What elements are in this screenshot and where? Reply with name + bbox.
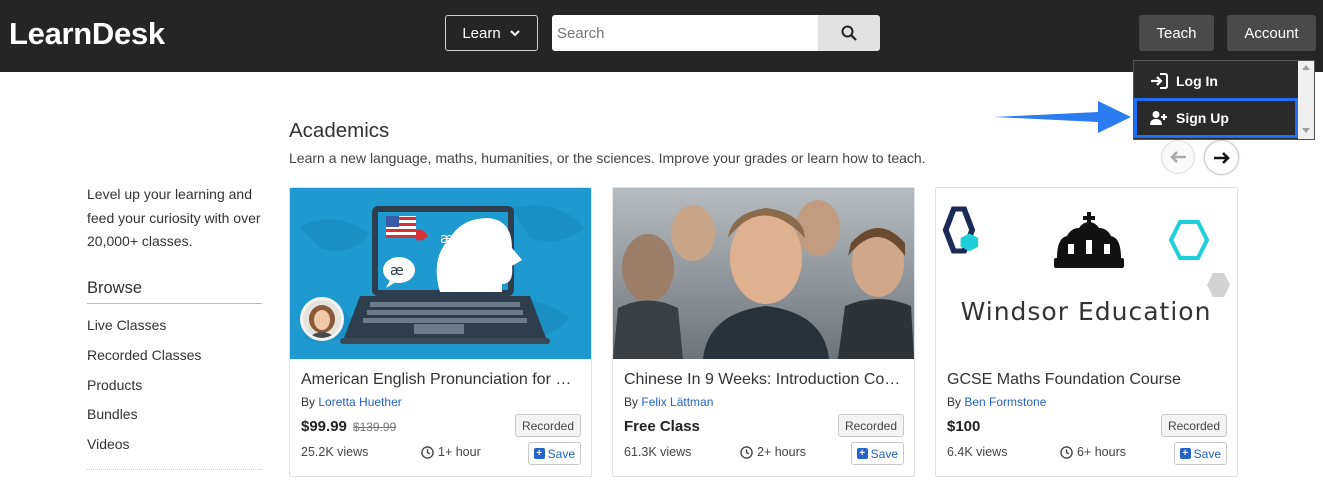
- carousel-next-button[interactable]: [1204, 140, 1239, 175]
- learn-label: Learn: [462, 24, 501, 42]
- scroll-down-arrow-icon[interactable]: [1302, 128, 1310, 133]
- learn-menu-button[interactable]: Learn: [445, 15, 538, 51]
- scroll-up-arrow-icon[interactable]: [1302, 65, 1310, 70]
- windsor-logo-image: Windsor Education: [942, 206, 1230, 326]
- author-link[interactable]: Loretta Huether: [318, 395, 401, 409]
- by-prefix: By: [301, 395, 316, 409]
- course-duration: 2+ hours: [740, 445, 806, 459]
- svg-text:æ: æ: [440, 231, 454, 247]
- duration-label: 2+ hours: [757, 445, 806, 459]
- view-count: 61.3K views: [624, 445, 692, 459]
- duration-label: 1+ hour: [438, 445, 481, 459]
- course-title[interactable]: Chinese In 9 Weeks: Introduction Course: [624, 371, 904, 389]
- search-button[interactable]: [818, 15, 880, 51]
- by-prefix: By: [624, 395, 639, 409]
- teach-button[interactable]: Teach: [1139, 15, 1214, 51]
- browse-heading: Browse: [87, 279, 143, 297]
- plus-icon: +: [533, 448, 545, 459]
- sidebar-item-videos[interactable]: Videos: [87, 436, 130, 452]
- clock-icon: [421, 445, 434, 459]
- sidebar-item-bundles[interactable]: Bundles: [87, 406, 138, 422]
- arrow-right-icon: [1213, 151, 1230, 164]
- course-thumbnail: æ æ ʌ ə: [290, 188, 591, 359]
- login-icon: [1151, 73, 1168, 89]
- signup-label: Sign Up: [1176, 110, 1229, 126]
- course-price: $99.99 $139.99: [301, 418, 396, 435]
- svg-text:ə: ə: [440, 264, 449, 280]
- recorded-badge: Recorded: [837, 414, 904, 437]
- course-price: Free Class: [624, 418, 700, 435]
- clock-icon: [740, 445, 753, 459]
- course-author: By Felix Lättman: [624, 395, 713, 409]
- save-button[interactable]: + Save: [850, 442, 904, 465]
- account-dropdown: Log In Sign Up: [1133, 60, 1315, 140]
- windsor-logo-text: Windsor Education: [961, 297, 1212, 326]
- chevron-down-icon: [509, 30, 520, 37]
- course-title[interactable]: American English Pronunciation for Begin…: [301, 371, 581, 389]
- save-button[interactable]: + Save: [1173, 442, 1227, 465]
- svg-text:æ: æ: [390, 263, 404, 279]
- course-card[interactable]: Windsor Education GCSE Maths Foundation …: [935, 187, 1238, 477]
- save-button[interactable]: + Save: [527, 442, 581, 465]
- sidebar-tagline: Level up your learning and feed your cur…: [87, 186, 261, 249]
- course-duration: 1+ hour: [421, 445, 481, 459]
- course-card[interactable]: æ æ ʌ ə American English Pronunciation f…: [289, 187, 592, 477]
- by-prefix: By: [947, 395, 962, 409]
- course-thumbnail: [613, 188, 914, 359]
- price-value: Free Class: [624, 418, 700, 435]
- author-link[interactable]: Felix Lättman: [641, 395, 713, 409]
- sidebar-divider: [87, 469, 262, 470]
- carousel-prev-button[interactable]: [1161, 140, 1195, 174]
- site-logo[interactable]: LearnDesk: [9, 16, 165, 52]
- svg-text:ʌ: ʌ: [440, 249, 447, 263]
- user-plus-icon: [1150, 111, 1167, 125]
- signup-menu-item[interactable]: Sign Up: [1134, 98, 1298, 138]
- dropdown-scrollbar[interactable]: [1298, 61, 1314, 139]
- save-label: Save: [870, 446, 898, 461]
- course-author: By Ben Formstone: [947, 395, 1046, 409]
- instructor-avatar: [300, 297, 344, 341]
- price-value: $100: [947, 418, 981, 435]
- save-label: Save: [1193, 446, 1221, 461]
- section-title: Academics: [289, 119, 390, 142]
- course-title[interactable]: GCSE Maths Foundation Course: [947, 371, 1227, 389]
- section-description: Learn a new language, maths, humanities,…: [289, 150, 926, 166]
- search-icon: [841, 25, 857, 41]
- browse-divider: [87, 303, 262, 304]
- view-count: 6.4K views: [947, 445, 1008, 459]
- sidebar-item-live-classes[interactable]: Live Classes: [87, 317, 166, 333]
- top-navbar: LearnDesk Learn Teach Account: [0, 0, 1323, 72]
- group-photo: [613, 188, 914, 359]
- annotation-arrow-icon: [994, 101, 1131, 133]
- course-duration: 6+ hours: [1060, 445, 1126, 459]
- clock-icon: [1060, 445, 1073, 459]
- old-price: $139.99: [352, 420, 397, 434]
- sidebar-item-recorded-classes[interactable]: Recorded Classes: [87, 347, 201, 363]
- recorded-badge: Recorded: [1160, 414, 1227, 437]
- sidebar-item-products[interactable]: Products: [87, 377, 142, 393]
- view-count: 25.2K views: [301, 445, 369, 459]
- price-value: $99.99: [301, 418, 347, 435]
- save-label: Save: [547, 446, 575, 461]
- login-label: Log In: [1176, 73, 1218, 89]
- arrow-left-icon: [1170, 151, 1186, 163]
- course-author: By Loretta Huether: [301, 395, 402, 409]
- search-input[interactable]: [552, 15, 819, 51]
- author-link[interactable]: Ben Formstone: [964, 395, 1046, 409]
- login-menu-item[interactable]: Log In: [1134, 62, 1299, 100]
- recorded-badge: Recorded: [514, 414, 581, 437]
- course-thumbnail: Windsor Education: [936, 188, 1237, 359]
- duration-label: 6+ hours: [1077, 445, 1126, 459]
- course-price: $100: [947, 418, 980, 435]
- account-button[interactable]: Account: [1227, 15, 1316, 51]
- course-card[interactable]: Chinese In 9 Weeks: Introduction Course …: [612, 187, 915, 477]
- plus-icon: +: [856, 448, 868, 459]
- plus-icon: +: [1179, 448, 1191, 459]
